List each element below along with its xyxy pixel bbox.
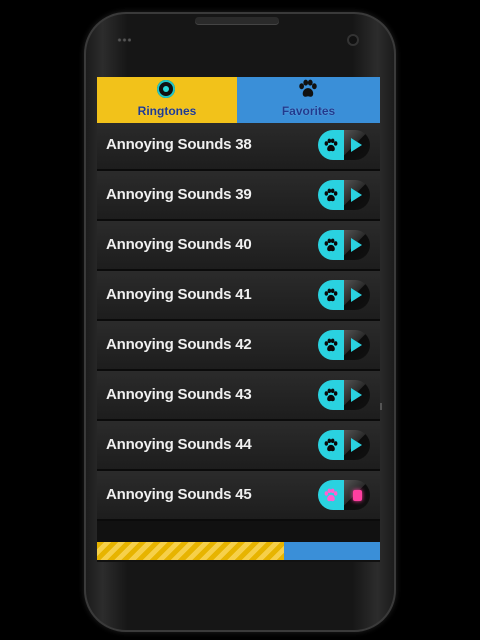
favorite-button[interactable]	[318, 380, 344, 410]
play-button[interactable]	[344, 130, 370, 160]
favorite-button[interactable]	[318, 180, 344, 210]
list-item[interactable]: Annoying Sounds 45	[97, 471, 380, 521]
list-item-label: Annoying Sounds 38	[106, 136, 252, 153]
play-icon	[350, 338, 362, 352]
speaker-grille	[195, 17, 279, 24]
progress-blue-segment	[284, 542, 380, 560]
play-button[interactable]	[344, 180, 370, 210]
paw-icon	[324, 238, 338, 251]
list-item[interactable]: Annoying Sounds 43	[97, 371, 380, 421]
favorite-button[interactable]	[318, 430, 344, 460]
play-icon	[350, 238, 362, 252]
paw-icon	[324, 188, 338, 201]
paw-icon	[324, 438, 338, 451]
play-icon	[350, 188, 362, 202]
tab-favorites[interactable]: Favorites	[237, 77, 380, 123]
disc-icon	[157, 80, 175, 98]
list-item[interactable]: Annoying Sounds 38	[97, 121, 380, 171]
play-button[interactable]	[344, 430, 370, 460]
item-controls	[318, 380, 370, 410]
favorite-button[interactable]	[318, 330, 344, 360]
sensor-dots	[117, 38, 131, 42]
list-item-label: Annoying Sounds 44	[106, 436, 252, 453]
list-item[interactable]: Annoying Sounds 40	[97, 221, 380, 271]
paw-icon	[324, 338, 338, 351]
bottom-progress-bar	[97, 542, 380, 562]
progress-yellow-segment	[97, 542, 284, 560]
list-item[interactable]: Annoying Sounds 41	[97, 271, 380, 321]
paw-icon	[324, 388, 338, 401]
list-item-label: Annoying Sounds 45	[106, 486, 252, 503]
list-item-label: Annoying Sounds 43	[106, 386, 252, 403]
list-item[interactable]: Annoying Sounds 44	[97, 421, 380, 471]
paw-icon	[324, 138, 338, 151]
list-item-label: Annoying Sounds 40	[106, 236, 252, 253]
paw-icon	[324, 488, 338, 501]
play-icon	[350, 438, 362, 452]
item-controls	[318, 230, 370, 260]
item-controls	[318, 480, 370, 510]
play-button[interactable]	[344, 380, 370, 410]
item-controls	[318, 130, 370, 160]
tab-ringtones[interactable]: Ringtones	[97, 77, 237, 123]
favorite-button[interactable]	[318, 230, 344, 260]
item-controls	[318, 330, 370, 360]
list-item-label: Annoying Sounds 42	[106, 336, 252, 353]
tab-favorites-label: Favorites	[281, 104, 336, 118]
favorite-button[interactable]	[318, 480, 344, 510]
paw-icon	[299, 79, 317, 97]
play-icon	[350, 288, 362, 302]
item-controls	[318, 430, 370, 460]
list-item-label: Annoying Sounds 39	[106, 186, 252, 203]
stop-button[interactable]	[344, 480, 370, 510]
list-item[interactable]: Annoying Sounds 42	[97, 321, 380, 371]
favorite-button[interactable]	[318, 280, 344, 310]
play-button[interactable]	[344, 330, 370, 360]
play-button[interactable]	[344, 280, 370, 310]
tab-ringtones-label: Ringtones	[137, 104, 197, 118]
favorite-button[interactable]	[318, 130, 344, 160]
play-icon	[350, 388, 362, 402]
front-camera	[349, 36, 357, 44]
ringtone-list[interactable]: Annoying Sounds 37 Annoying Sounds 38 An…	[97, 106, 380, 542]
list-item[interactable]: Annoying Sounds 39	[97, 171, 380, 221]
item-controls	[318, 280, 370, 310]
stop-icon	[352, 489, 362, 501]
tab-bar: Ringtones Favorites	[97, 77, 380, 123]
item-controls	[318, 180, 370, 210]
play-button[interactable]	[344, 230, 370, 260]
app-screen: Annoying Sounds 37 Annoying Sounds 38 An…	[97, 77, 380, 562]
list-item-label: Annoying Sounds 41	[106, 286, 252, 303]
paw-icon	[324, 288, 338, 301]
play-icon	[350, 138, 362, 152]
